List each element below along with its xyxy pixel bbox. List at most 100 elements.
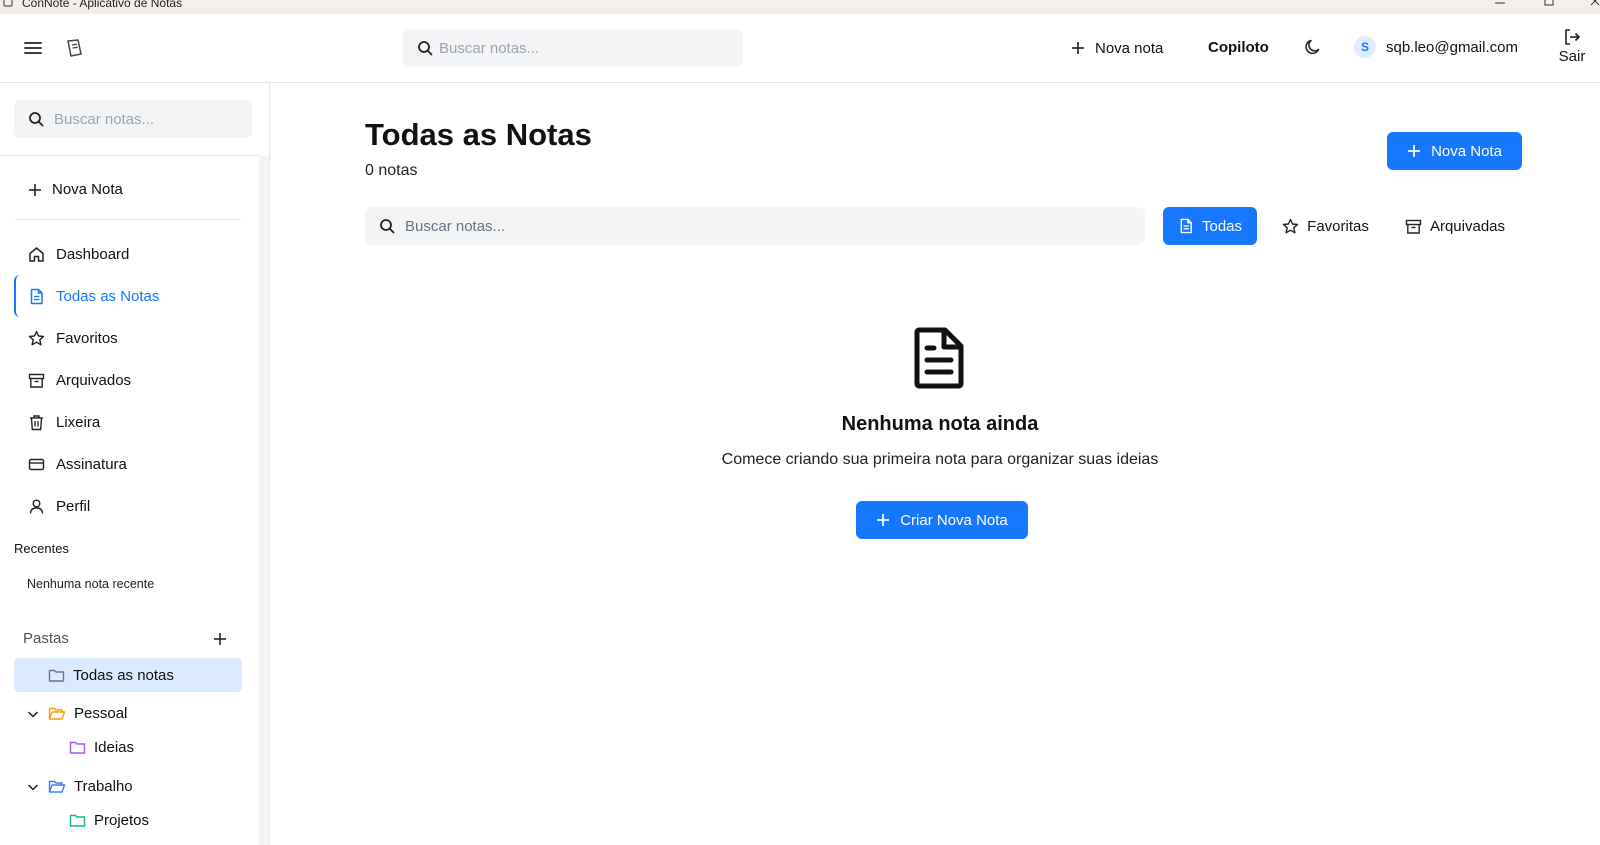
chevron-down-icon[interactable] bbox=[26, 780, 40, 794]
star-icon bbox=[1282, 218, 1299, 233]
page-title: Todas as Notas bbox=[365, 117, 592, 152]
plus-icon bbox=[1072, 42, 1084, 54]
folder-label: Projetos bbox=[94, 812, 150, 829]
sidebar-scrollbar[interactable] bbox=[259, 156, 269, 845]
add-folder-icon[interactable] bbox=[212, 631, 228, 647]
tab-label: Arquivadas bbox=[1429, 217, 1506, 235]
header-new-note-button[interactable]: Nova nota bbox=[1071, 37, 1163, 59]
sidebar-item-perfil[interactable]: Perfil bbox=[14, 485, 242, 527]
maximize-icon[interactable] bbox=[1544, 0, 1554, 6]
plus-icon bbox=[877, 514, 890, 526]
empty-document-icon bbox=[914, 327, 964, 389]
search-icon bbox=[418, 41, 433, 56]
sidebar-item-label: Lixeira bbox=[56, 413, 101, 431]
search-icon bbox=[380, 219, 395, 234]
main-content: Todas as Notas 0 notas Nova Nota Todas F… bbox=[270, 83, 1600, 845]
tab-label: Todas bbox=[1201, 217, 1243, 235]
user-email: sqb.leo@gmail.com bbox=[1386, 38, 1518, 56]
note-count: 0 notas bbox=[365, 162, 418, 179]
folder-label: Todas as notas bbox=[73, 666, 174, 684]
plus-icon bbox=[1408, 145, 1421, 157]
sidebar-item-dashboard[interactable]: Dashboard bbox=[14, 233, 242, 275]
user-menu[interactable]: S sqb.leo@gmail.com bbox=[1354, 36, 1518, 58]
sidebar-search-input[interactable] bbox=[54, 100, 244, 138]
divider bbox=[14, 219, 242, 220]
home-icon bbox=[29, 246, 44, 262]
tab-arquivadas[interactable]: Arquivadas bbox=[1394, 207, 1516, 245]
copilot-button[interactable]: Copiloto bbox=[1208, 39, 1269, 56]
folder-item-ideias[interactable]: Ideias bbox=[69, 739, 134, 756]
sidebar-new-note-label: Nova Nota bbox=[52, 181, 123, 198]
sidebar-item-label: Dashboard bbox=[56, 245, 130, 263]
folder-label: Ideias bbox=[94, 739, 135, 756]
document-icon bbox=[30, 288, 43, 304]
tab-label: Favoritas bbox=[1307, 217, 1369, 235]
logout-button[interactable]: Sair bbox=[1555, 28, 1589, 65]
new-note-label: Nova Nota bbox=[1431, 142, 1502, 160]
create-note-label: Criar Nova Nota bbox=[900, 511, 1008, 529]
header-new-note-label: Nova nota bbox=[1095, 39, 1164, 57]
app-icon bbox=[3, 0, 13, 7]
tab-favoritas[interactable]: Favoritas bbox=[1273, 207, 1378, 245]
sidebar-item-lixeira[interactable]: Lixeira bbox=[14, 401, 242, 443]
folder-label: Trabalho bbox=[74, 778, 133, 795]
search-icon bbox=[29, 112, 44, 127]
document-icon bbox=[1180, 218, 1192, 234]
tab-todas[interactable]: Todas bbox=[1163, 207, 1257, 245]
plus-icon bbox=[29, 183, 41, 196]
archive-icon bbox=[28, 373, 45, 388]
header-search-input[interactable] bbox=[439, 29, 739, 67]
hamburger-menu-icon[interactable] bbox=[24, 40, 42, 56]
trash-icon bbox=[30, 414, 43, 430]
chevron-down-icon[interactable] bbox=[26, 707, 40, 721]
folder-open-icon bbox=[48, 780, 66, 793]
folder-item-projetos[interactable]: Projetos bbox=[69, 812, 149, 829]
window-title: ConNote - Aplicativo de Notas bbox=[22, 0, 183, 10]
avatar: S bbox=[1354, 36, 1376, 58]
notes-search[interactable] bbox=[365, 207, 1145, 245]
logout-icon bbox=[1565, 29, 1580, 45]
empty-state-description: Comece criando sua primeira nota para or… bbox=[721, 451, 1159, 468]
header-search[interactable] bbox=[403, 29, 743, 67]
create-note-button[interactable]: Criar Nova Nota bbox=[856, 501, 1028, 539]
folder-item-todas-as-notas[interactable]: Todas as notas bbox=[14, 658, 242, 692]
folder-item-pessoal[interactable]: Pessoal bbox=[26, 705, 127, 722]
moon-icon[interactable] bbox=[1304, 38, 1322, 56]
folders-section-title: Pastas bbox=[23, 630, 69, 647]
minimize-icon[interactable] bbox=[1495, 0, 1505, 6]
top-header: Nova nota Copiloto S sqb.leo@gmail.com S… bbox=[0, 14, 1600, 83]
folder-icon bbox=[48, 669, 65, 682]
sidebar: Nova Nota Dashboard Todas as Notas Favor… bbox=[0, 83, 270, 845]
sidebar-item-label: Todas as Notas bbox=[56, 287, 160, 305]
window-title-bar: ConNote - Aplicativo de Notas bbox=[0, 0, 1600, 14]
sidebar-item-favoritos[interactable]: Favoritos bbox=[14, 317, 242, 359]
folder-label: Pessoal bbox=[74, 705, 128, 722]
user-icon bbox=[29, 499, 44, 514]
sidebar-item-arquivados[interactable]: Arquivados bbox=[14, 359, 242, 401]
new-note-button[interactable]: Nova Nota bbox=[1387, 132, 1522, 170]
credit-card-icon bbox=[28, 458, 45, 470]
logout-label: Sair bbox=[1558, 48, 1586, 65]
divider bbox=[0, 155, 259, 156]
star-icon bbox=[28, 330, 45, 345]
folder-open-icon bbox=[48, 707, 66, 720]
empty-state-title: Nenhuma nota ainda bbox=[841, 413, 1039, 435]
sidebar-item-label: Favoritos bbox=[56, 329, 118, 347]
archive-icon bbox=[1405, 219, 1422, 234]
sidebar-nav: Dashboard Todas as Notas Favoritos Arqui… bbox=[14, 233, 242, 527]
recent-empty-message: Nenhuma nota recente bbox=[27, 577, 155, 591]
sidebar-search[interactable] bbox=[14, 100, 252, 138]
app-logo-icon[interactable] bbox=[64, 38, 84, 58]
close-icon[interactable] bbox=[1590, 0, 1600, 6]
sidebar-item-assinatura[interactable]: Assinatura bbox=[14, 443, 242, 485]
recent-section-title: Recentes bbox=[14, 541, 69, 556]
notes-search-input[interactable] bbox=[405, 207, 1125, 245]
folder-icon bbox=[69, 741, 86, 754]
sidebar-item-label: Assinatura bbox=[56, 455, 127, 473]
folder-item-trabalho[interactable]: Trabalho bbox=[26, 778, 133, 795]
sidebar-item-todas-as-notas[interactable]: Todas as Notas bbox=[14, 275, 242, 317]
sidebar-new-note-button[interactable]: Nova Nota bbox=[28, 181, 123, 198]
folder-icon bbox=[69, 814, 86, 827]
sidebar-item-label: Arquivados bbox=[56, 371, 132, 389]
sidebar-item-label: Perfil bbox=[56, 497, 91, 515]
